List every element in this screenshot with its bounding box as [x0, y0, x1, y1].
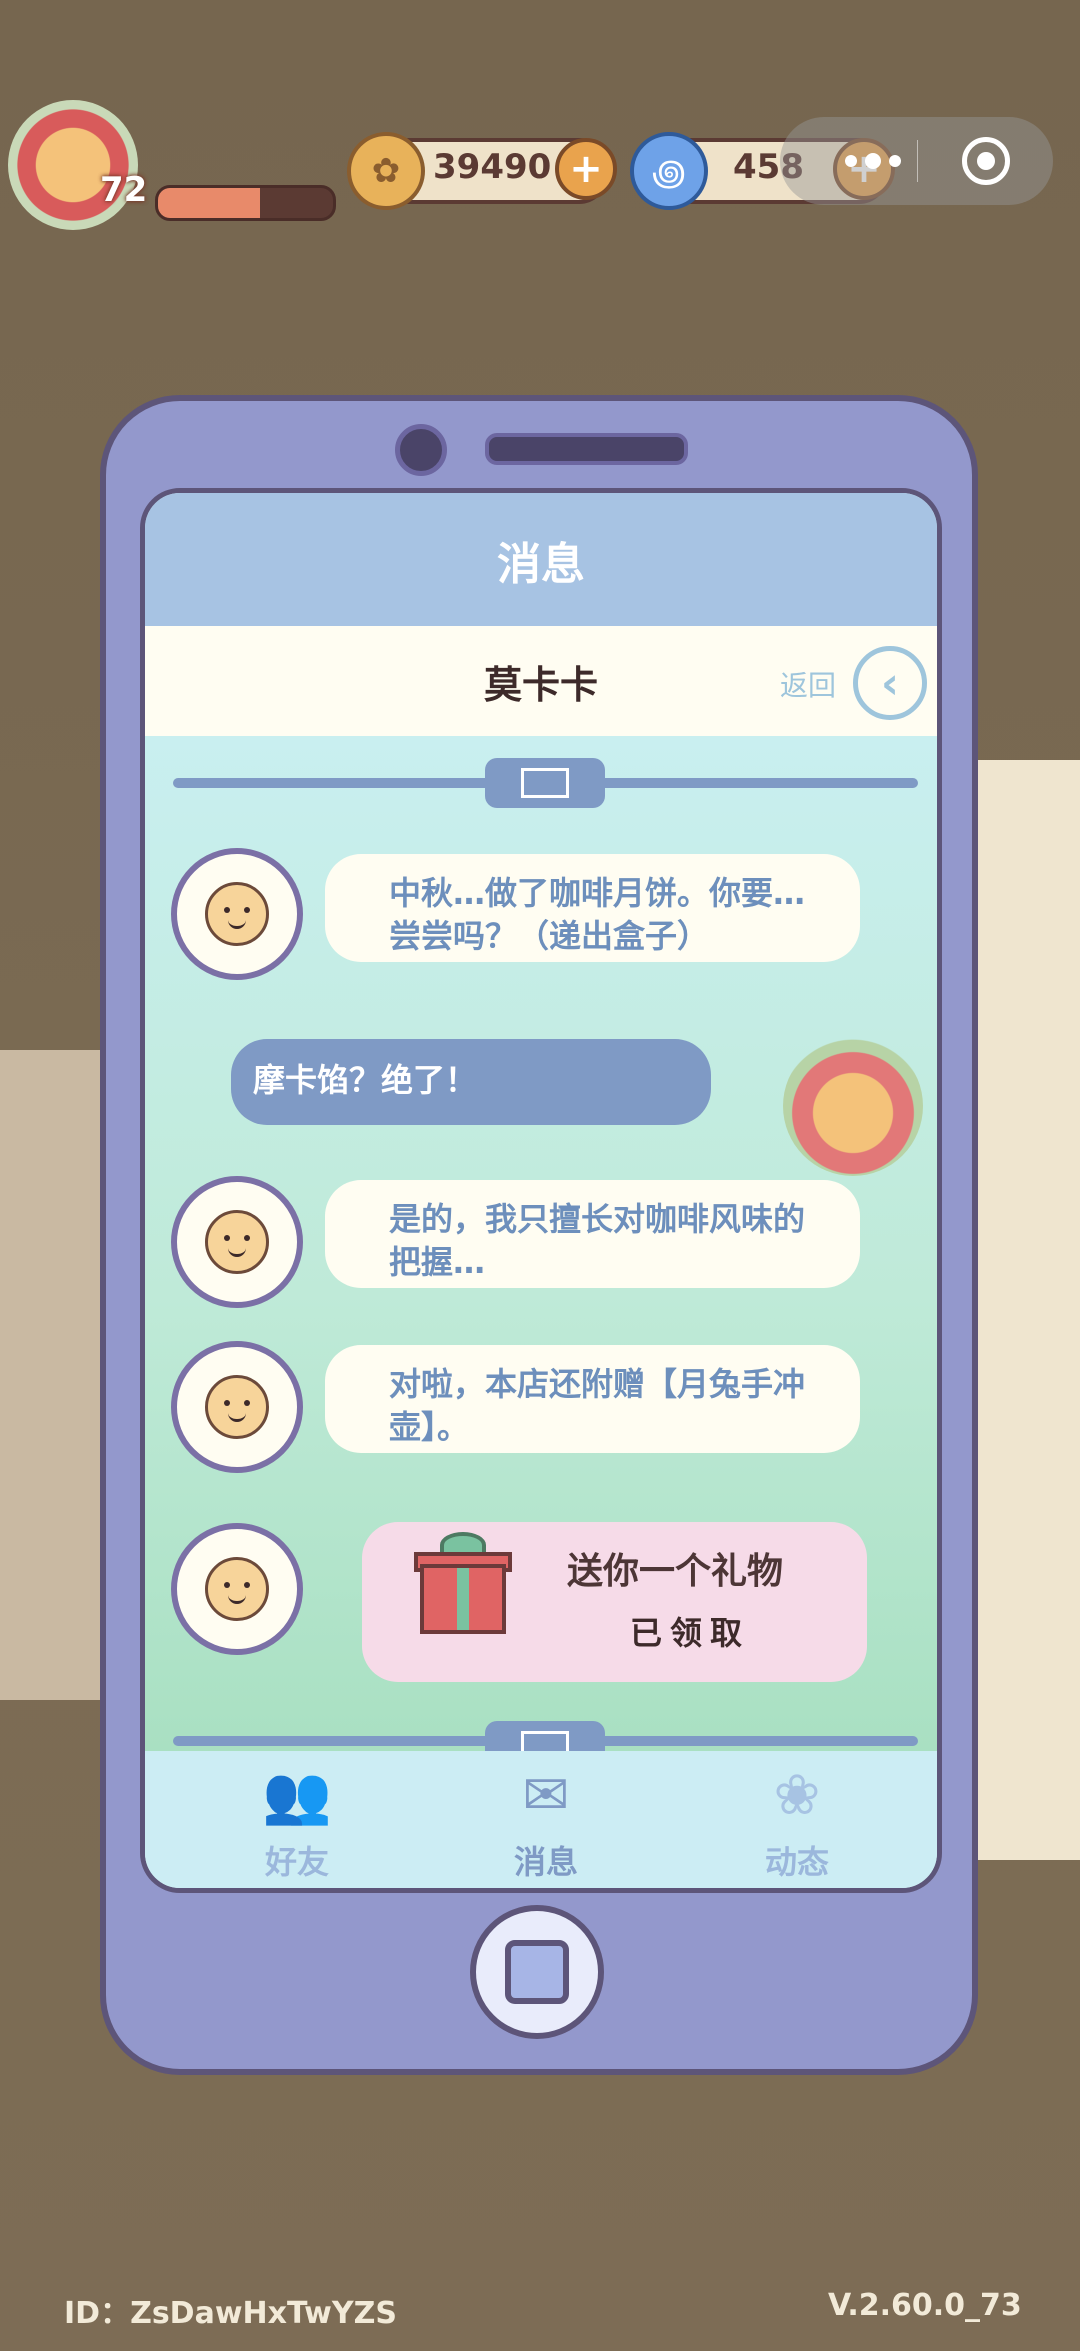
moments-icon: ❀ [773, 1763, 821, 1828]
envelope-icon [485, 1721, 605, 1751]
npc-avatar[interactable] [171, 1523, 303, 1655]
npc-avatar[interactable] [171, 848, 303, 980]
dot-icon [845, 155, 857, 167]
mail-icon: ✉ [522, 1763, 570, 1828]
dot-icon [889, 155, 901, 167]
sun-face-icon [205, 1375, 269, 1439]
sun-face-icon [205, 1210, 269, 1274]
contact-bar: 莫卡卡 返回 ‹ [145, 626, 937, 736]
gift-status: 已领取 [630, 1614, 751, 1652]
player-avatar[interactable] [8, 100, 138, 230]
dot-icon [865, 153, 881, 169]
tab-label: 动态 [764, 1843, 829, 1881]
square-icon [505, 1940, 569, 2004]
tab-friends[interactable]: 👥 好友 [197, 1751, 397, 1888]
back-button[interactable]: ‹ [853, 646, 927, 720]
capsule-divider [917, 140, 918, 182]
tab-messages[interactable]: ✉ 消息 [446, 1751, 646, 1888]
gift-card[interactable]: 送你一个礼物 已领取 [362, 1522, 867, 1682]
home-button[interactable] [470, 1905, 604, 2039]
add-coins-button[interactable]: + [555, 138, 617, 200]
screen-header: 消息 [145, 493, 937, 626]
coin-amount: 39490 [433, 147, 552, 187]
envelope-icon [485, 758, 605, 808]
back-label[interactable]: 返回 [780, 664, 836, 704]
screen-title: 消息 [497, 538, 585, 590]
room-scene-right [960, 760, 1080, 1860]
phone-speaker [485, 433, 688, 465]
sun-face-icon [205, 882, 269, 946]
target-icon [977, 152, 995, 170]
player-id: ID：ZsDawHxTwYZS [64, 2296, 397, 2331]
gift-title: 送你一个礼物 [567, 1551, 784, 1592]
message-bubble-npc: 对啦，本店还附赠【月兔手冲壶】。 [325, 1345, 860, 1453]
player-chat-avatar [783, 1036, 923, 1176]
gem-icon: ꩜ [630, 132, 708, 210]
message-bubble-npc: 是的，我只擅长对咖啡风味的把握… [325, 1180, 860, 1288]
experience-fill [158, 188, 260, 218]
phone-screen: 消息 莫卡卡 返回 ‹ 中秋…做了咖啡月饼。你要…尝尝吗？（递出盒子） 摩卡馅？… [140, 488, 942, 1893]
close-miniprogram-button[interactable] [962, 137, 1010, 185]
experience-bar [155, 185, 336, 221]
more-options-button[interactable] [838, 143, 908, 179]
player-level: 72 [100, 170, 148, 210]
npc-avatar[interactable] [171, 1341, 303, 1473]
tab-label: 消息 [513, 1843, 578, 1881]
gift-box-icon [420, 1564, 506, 1634]
message-bubble-player: 摩卡馅？绝了！ [231, 1039, 711, 1125]
phone-camera [395, 424, 447, 476]
room-scene-left [0, 1050, 110, 1700]
tab-bar: 👥 好友 ✉ 消息 ❀ 动态 [145, 1751, 937, 1888]
coin-icon: ✿ [347, 132, 425, 210]
friends-icon: 👥 [262, 1763, 332, 1828]
tab-moments[interactable]: ❀ 动态 [697, 1751, 897, 1888]
message-bubble-npc: 中秋…做了咖啡月饼。你要…尝尝吗？（递出盒子） [325, 854, 860, 962]
tab-label: 好友 [264, 1843, 329, 1881]
chevron-left-icon: ‹ [880, 657, 900, 709]
sun-face-icon [205, 1557, 269, 1621]
chat-area[interactable]: 中秋…做了咖啡月饼。你要…尝尝吗？（递出盒子） 摩卡馅？绝了！ 是的，我只擅长对… [145, 736, 937, 1751]
version-label: V.2.60.0_73 [828, 2288, 1022, 2323]
npc-avatar[interactable] [171, 1176, 303, 1308]
